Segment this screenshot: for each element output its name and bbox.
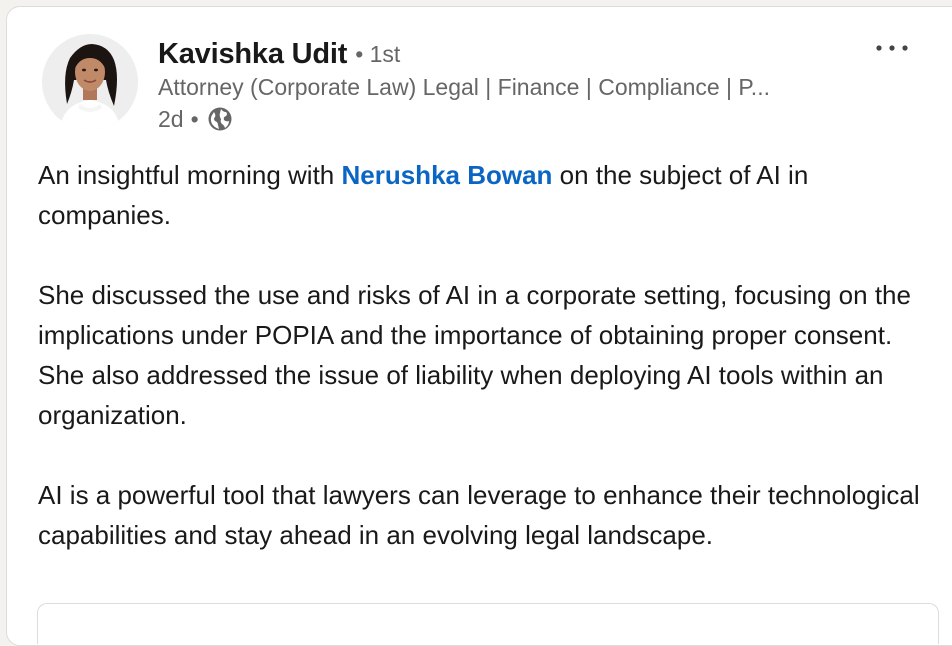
- paragraph-1-start: An insightful morning with: [38, 160, 342, 190]
- author-name[interactable]: Kavishka Udit: [158, 38, 347, 71]
- author-avatar[interactable]: [42, 34, 138, 130]
- author-headline[interactable]: Attorney (Corporate Law) Legal | Finance…: [158, 71, 838, 103]
- post-meta: 2d •: [158, 103, 233, 135]
- more-options-button[interactable]: [867, 33, 917, 63]
- avatar-image: [42, 34, 138, 130]
- post-paragraph-3: AI is a powerful tool that lawyers can l…: [38, 480, 920, 550]
- post-paragraph-1: An insightful morning with Nerushka Bowa…: [38, 155, 938, 235]
- ellipsis-icon: [876, 45, 908, 51]
- post-paragraph-2: She discussed the use and risks of AI in…: [38, 280, 911, 430]
- connection-degree: • 1st: [355, 40, 401, 67]
- attachment-preview-edge[interactable]: [37, 603, 939, 644]
- post-card: Kavishka Udit • 1st Attorney (Corporate …: [6, 6, 952, 646]
- author-name-line: Kavishka Udit • 1st: [158, 34, 400, 74]
- mention-link[interactable]: Nerushka Bowan: [341, 160, 552, 190]
- meta-separator: •: [190, 105, 199, 132]
- globe-icon: [207, 106, 233, 132]
- post-age: 2d: [158, 105, 184, 132]
- post-text: An insightful morning with Nerushka Bowa…: [38, 155, 938, 555]
